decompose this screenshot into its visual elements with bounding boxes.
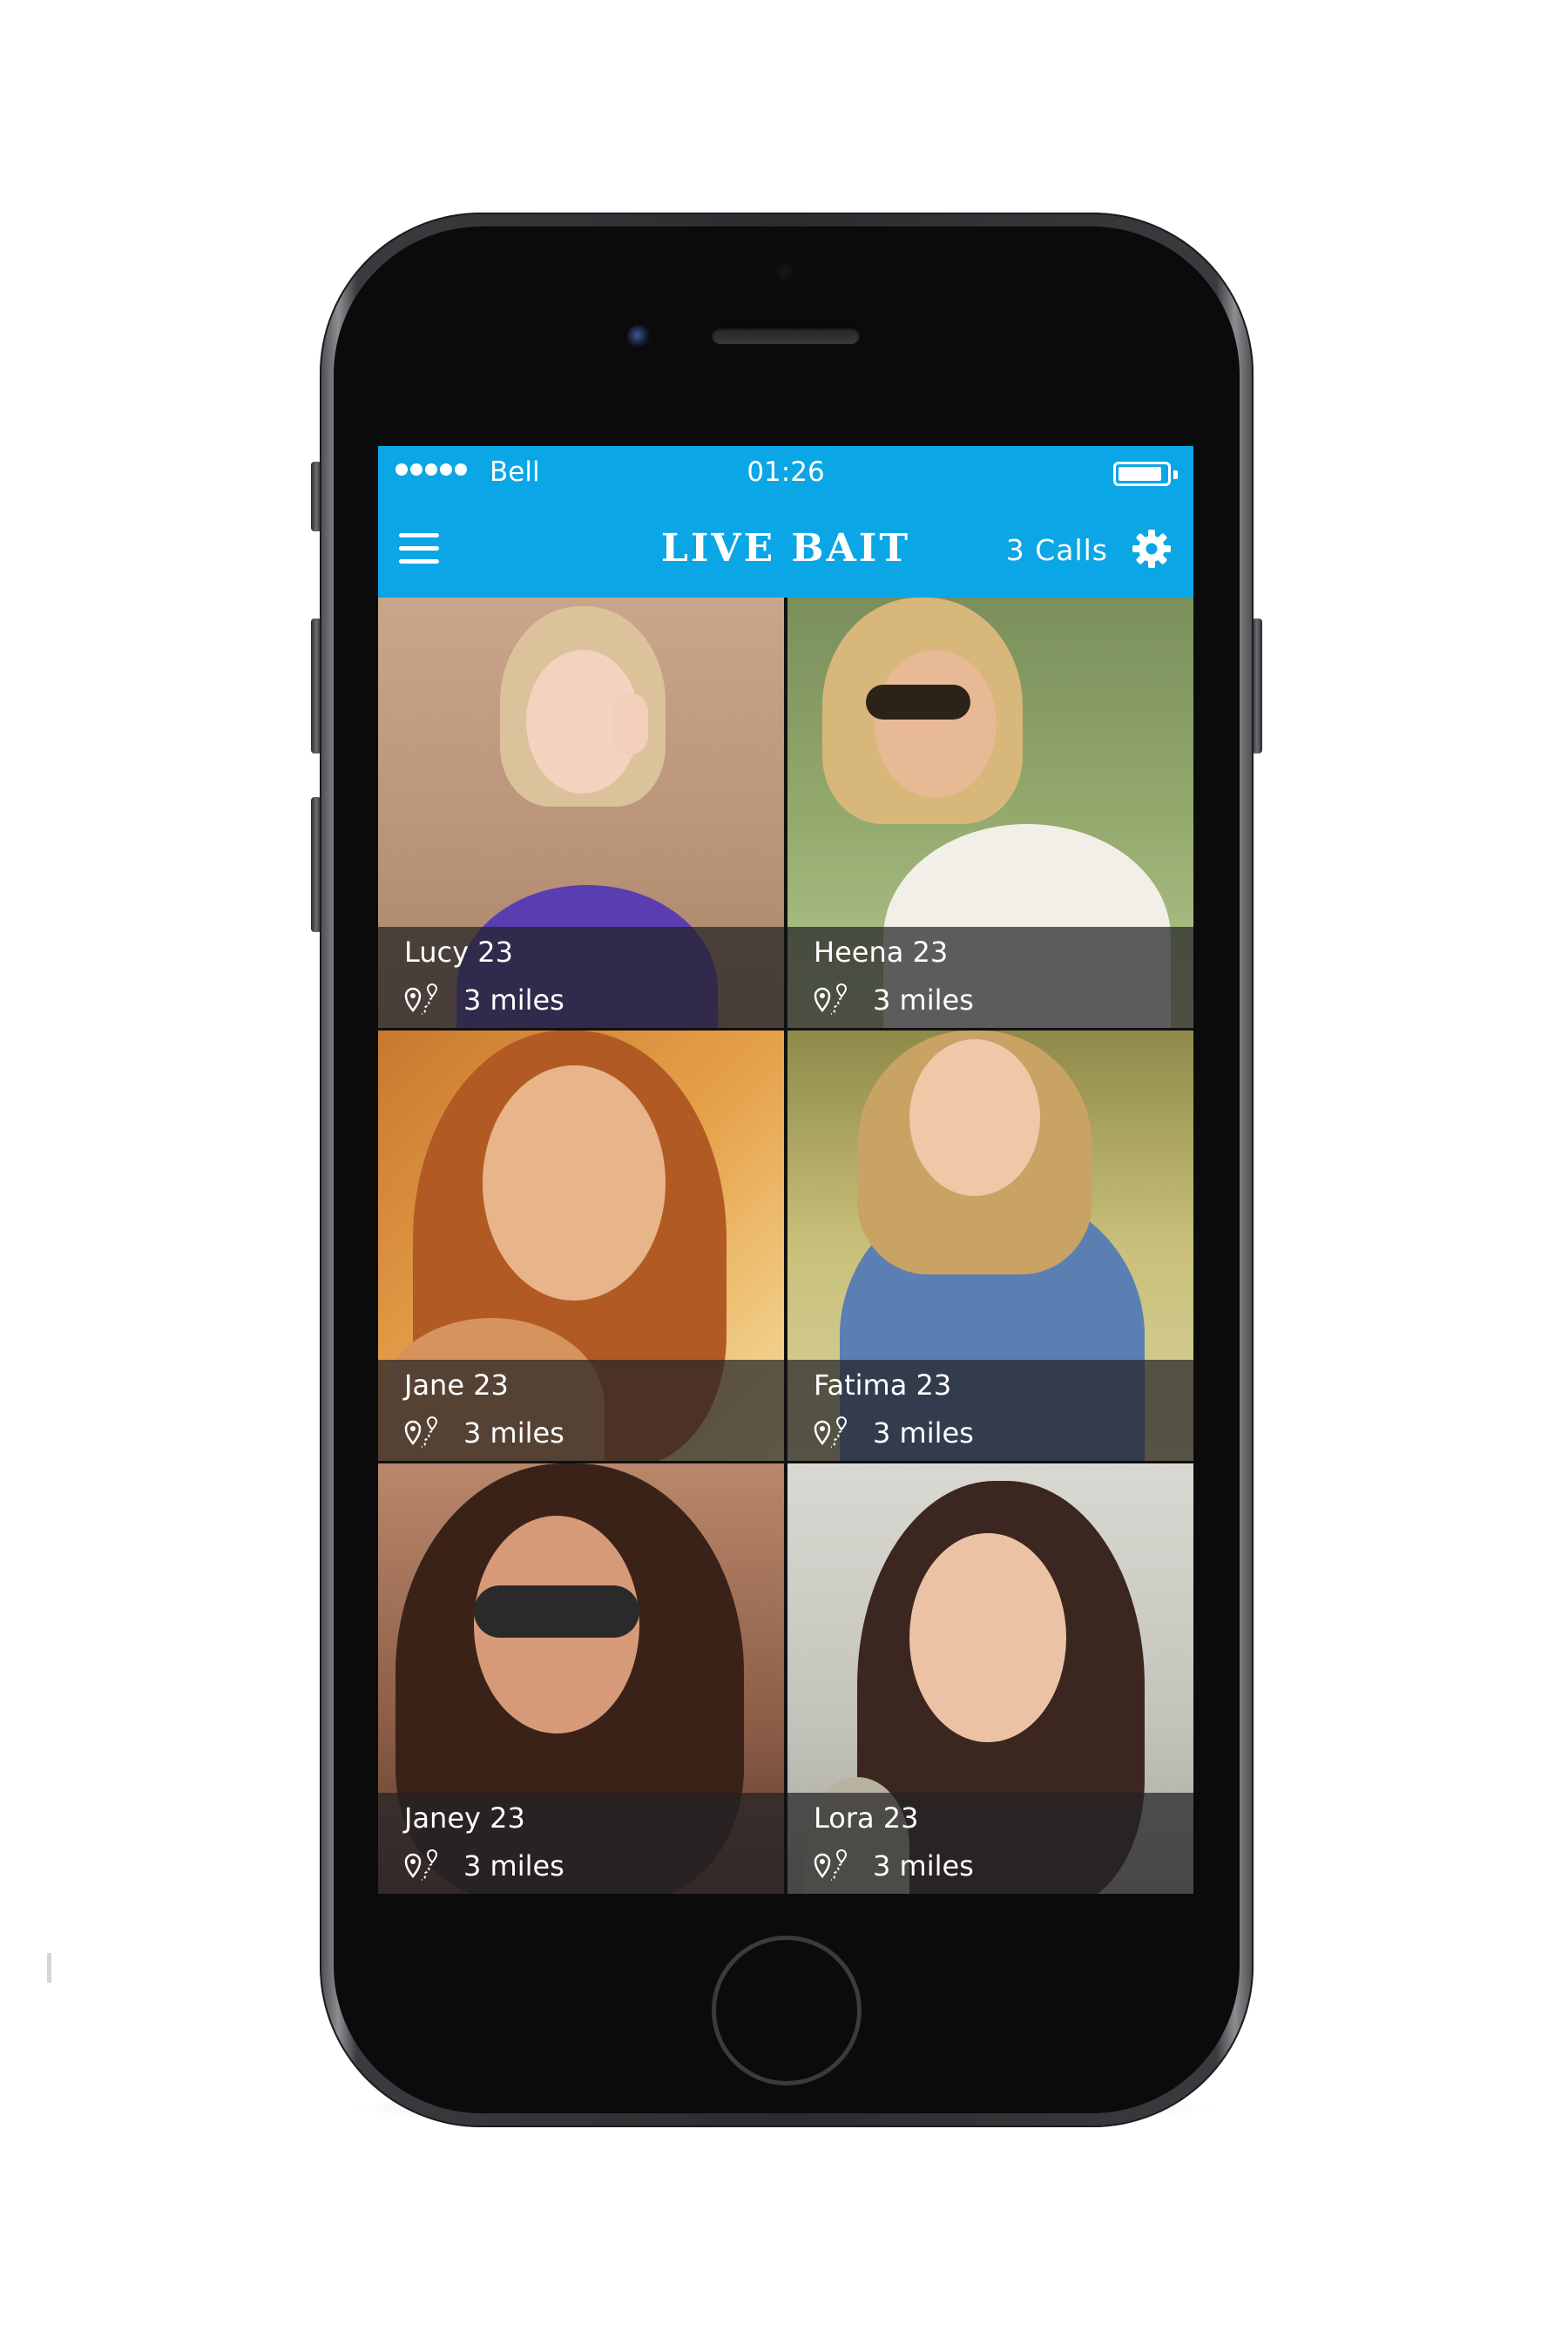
location-distance-icon: [814, 1849, 848, 1881]
battery-tip: [1173, 470, 1178, 479]
profile-distance: 3 miles: [814, 981, 974, 1019]
profile-distance: 3 miles: [404, 981, 564, 1019]
profile-card[interactable]: Jane 23 3 miles: [378, 1031, 784, 1461]
earpiece-speaker: [712, 327, 860, 344]
status-time: 01:26: [747, 456, 825, 488]
front-camera: [627, 325, 650, 348]
profile-distance: 3 miles: [814, 1847, 974, 1885]
profile-name: Lucy 23: [404, 936, 513, 969]
status-bar: Bell 01:26: [378, 446, 1193, 502]
page: Bell 01:26 LIVE BAIT 3 Calls Lucy 23 3 m…: [0, 0, 1568, 2352]
gear-icon[interactable]: [1131, 528, 1173, 570]
profile-distance: 3 miles: [404, 1414, 564, 1452]
profile-caption: Jane 23 3 miles: [378, 1360, 784, 1461]
profile-name: Fatima 23: [814, 1369, 952, 1402]
profile-distance: 3 miles: [404, 1847, 564, 1885]
distance-text: 3 miles: [463, 1416, 564, 1450]
distance-text: 3 miles: [463, 983, 564, 1017]
location-distance-icon: [814, 1416, 848, 1448]
profile-card[interactable]: Lora 23 3 miles: [787, 1463, 1193, 1894]
profile-distance: 3 miles: [814, 1414, 974, 1452]
profile-name: Lora 23: [814, 1801, 919, 1835]
proximity-sensor: [775, 262, 794, 281]
battery-level: [1119, 467, 1161, 481]
profile-name: Heena 23: [814, 936, 949, 969]
decorative-mark: [47, 1953, 51, 1983]
profile-card[interactable]: Heena 23 3 miles: [787, 598, 1193, 1028]
location-distance-icon: [404, 983, 438, 1015]
app-header: LIVE BAIT 3 Calls: [378, 502, 1193, 598]
profile-caption: Lucy 23 3 miles: [378, 927, 784, 1028]
distance-text: 3 miles: [873, 1416, 974, 1450]
screen: Bell 01:26 LIVE BAIT 3 Calls Lucy 23 3 m…: [378, 446, 1193, 1894]
battery-icon: [1113, 462, 1171, 486]
calls-count[interactable]: 3 Calls: [1006, 533, 1108, 567]
profile-caption: Lora 23 3 miles: [787, 1793, 1193, 1894]
profiles-grid: Lucy 23 3 miles Heena 23 3 miles Jane 23…: [378, 598, 1193, 1894]
distance-text: 3 miles: [873, 983, 974, 1017]
profile-card[interactable]: Janey 23 3 miles: [378, 1463, 784, 1894]
location-distance-icon: [404, 1416, 438, 1448]
location-distance-icon: [404, 1849, 438, 1881]
profile-card[interactable]: Fatima 23 3 miles: [787, 1031, 1193, 1461]
home-button[interactable]: [712, 1936, 862, 2085]
location-distance-icon: [814, 983, 848, 1015]
profile-caption: Janey 23 3 miles: [378, 1793, 784, 1894]
distance-text: 3 miles: [463, 1849, 564, 1882]
profile-card[interactable]: Lucy 23 3 miles: [378, 598, 784, 1028]
profile-name: Jane 23: [404, 1369, 509, 1402]
profile-caption: Heena 23 3 miles: [787, 927, 1193, 1028]
distance-text: 3 miles: [873, 1849, 974, 1882]
profile-name: Janey 23: [404, 1801, 525, 1835]
profile-caption: Fatima 23 3 miles: [787, 1360, 1193, 1461]
